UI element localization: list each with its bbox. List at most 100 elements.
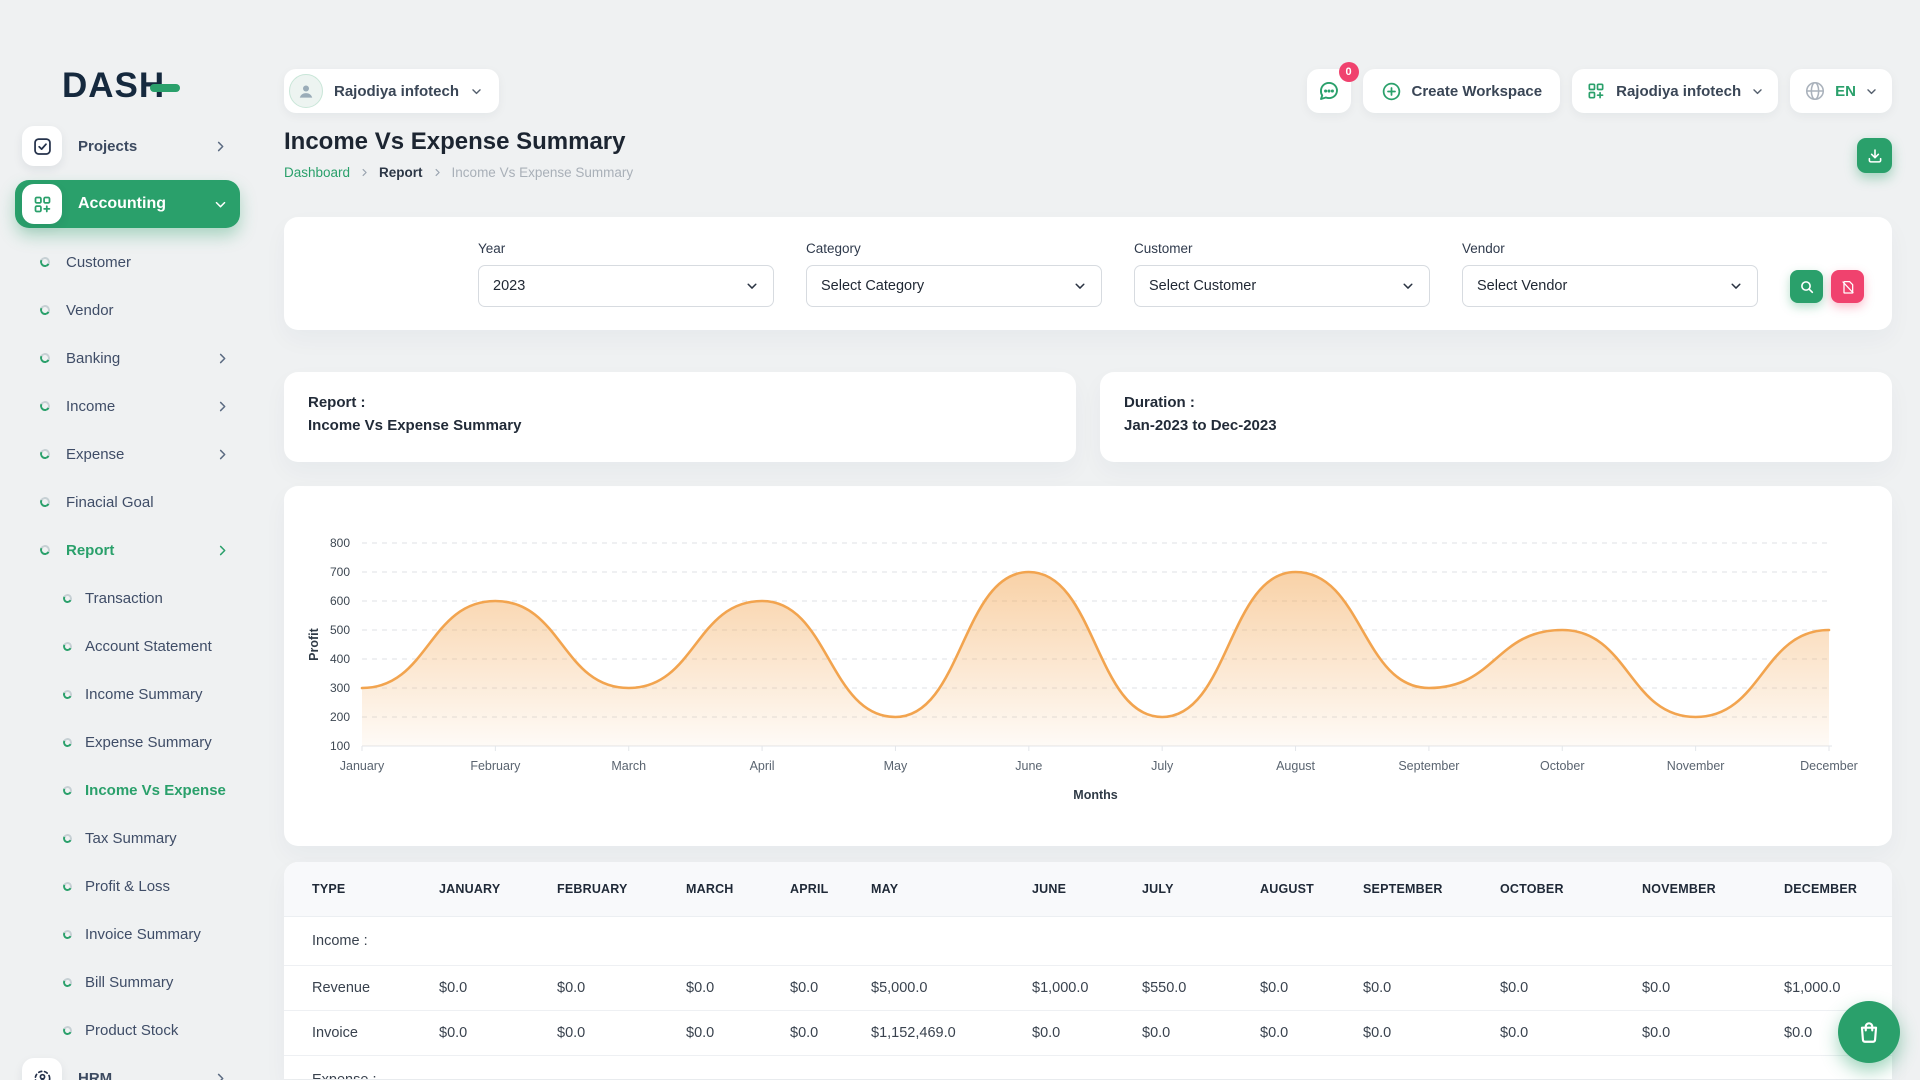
bullet-icon [62, 688, 73, 699]
svg-text:Months: Months [1073, 788, 1117, 802]
svg-text:April: April [750, 759, 775, 773]
svg-text:July: July [1151, 759, 1174, 773]
sidebar-item-label: Vendor [66, 302, 114, 319]
chevron-down-icon [470, 85, 483, 98]
column-header-may: MAY [871, 862, 1032, 917]
year-select-value: 2023 [493, 278, 525, 294]
sidebar-item-expense-summary[interactable]: Expense Summary [0, 718, 252, 766]
svg-text:January: January [340, 759, 385, 773]
reset-filter-button[interactable] [1831, 270, 1864, 303]
sidebar-item-label: Finacial Goal [66, 494, 154, 511]
year-select[interactable]: 2023 [478, 265, 774, 307]
projects-checkbox-icon [22, 126, 62, 166]
svg-text:February: February [470, 759, 521, 773]
breadcrumb-separator-icon [359, 167, 370, 178]
sidebar-item-label: Account Statement [85, 638, 212, 655]
sidebar-item-profit-loss[interactable]: Profit & Loss [0, 862, 252, 910]
language-code: EN [1835, 83, 1856, 100]
sidebar-item-vendor[interactable]: Vendor [0, 286, 252, 334]
bullet-icon [39, 352, 52, 365]
sidebar-nav: Projects Accounting Customer Vendor Bankin… [0, 122, 252, 1080]
sidebar-item-bill-summary[interactable]: Bill Summary [0, 958, 252, 1006]
svg-text:October: October [1540, 759, 1584, 773]
profit-area-chart: 100200300400500600700800JanuaryFebruaryM… [284, 486, 1892, 846]
hrm-icon [22, 1058, 62, 1080]
download-button[interactable] [1857, 138, 1892, 173]
sidebar-item-invoice-summary[interactable]: Invoice Summary [0, 910, 252, 958]
sidebar-item-expense[interactable]: Expense [0, 430, 252, 478]
category-select-value: Select Category [821, 278, 924, 294]
sidebar-item-label: Income Vs Expense [85, 782, 226, 799]
workspace-selector[interactable]: Rajodiya infotech [284, 69, 499, 113]
shopping-bag-icon [1856, 1019, 1882, 1045]
sidebar-item-label: Profit & Loss [85, 878, 170, 895]
svg-text:300: 300 [330, 681, 350, 695]
bullet-icon [62, 1024, 73, 1035]
column-header-june: JUNE [1032, 862, 1142, 917]
sidebar-item-report[interactable]: Report [0, 526, 252, 574]
category-select[interactable]: Select Category [806, 265, 1102, 307]
report-summary-card: Report : Income Vs Expense Summary [284, 372, 1076, 462]
sidebar-item-banking[interactable]: Banking [0, 334, 252, 382]
svg-text:June: June [1015, 759, 1042, 773]
duration-card-value: Jan-2023 to Dec-2023 [1124, 414, 1868, 437]
messages-button[interactable]: 0 [1307, 69, 1351, 113]
language-selector[interactable]: EN [1790, 69, 1892, 113]
column-header-january: JANUARY [439, 862, 557, 917]
duration-summary-card: Duration : Jan-2023 to Dec-2023 [1100, 372, 1892, 462]
report-card-value: Income Vs Expense Summary [308, 414, 1052, 437]
sidebar-item-income[interactable]: Income [0, 382, 252, 430]
sidebar-item-income-summary[interactable]: Income Summary [0, 670, 252, 718]
download-icon [1866, 147, 1884, 165]
svg-text:December: December [1800, 759, 1858, 773]
messages-badge: 0 [1339, 62, 1359, 82]
sidebar-item-income-vs-expense[interactable]: Income Vs Expense [0, 766, 252, 814]
sidebar-item-projects[interactable]: Projects [15, 122, 240, 170]
accounting-grid-icon [22, 184, 62, 224]
sidebar-item-finacial-goal[interactable]: Finacial Goal [0, 478, 252, 526]
breadcrumb-report[interactable]: Report [379, 165, 423, 180]
apply-filter-button[interactable] [1790, 270, 1823, 303]
svg-text:800: 800 [330, 536, 350, 550]
breadcrumb-dashboard[interactable]: Dashboard [284, 165, 350, 180]
sidebar-item-label: Transaction [85, 590, 163, 607]
reset-icon [1840, 279, 1856, 295]
bullet-icon [39, 496, 52, 509]
bullet-icon [39, 544, 52, 557]
table-group-row-income: Income : [284, 917, 1892, 966]
company-name: Rajodiya infotech [1616, 83, 1741, 100]
topbar-actions: 0 Create Workspace Rajodiya infotech EN [1307, 69, 1893, 113]
svg-text:600: 600 [330, 594, 350, 608]
create-workspace-label: Create Workspace [1412, 83, 1543, 100]
sidebar-item-transaction[interactable]: Transaction [0, 574, 252, 622]
vendor-select[interactable]: Select Vendor [1462, 265, 1758, 307]
store-fab-button[interactable] [1838, 1001, 1900, 1063]
svg-text:August: August [1276, 759, 1315, 773]
sidebar-item-hrm[interactable]: HRM [15, 1054, 240, 1080]
table-header-row: TYPEJANUARYFEBRUARYMARCHAPRILMAYJUNEJULY… [284, 862, 1892, 917]
sidebar-item-customer[interactable]: Customer [0, 238, 252, 286]
globe-icon [1804, 80, 1826, 102]
sidebar-item-label: Customer [66, 254, 131, 271]
bullet-icon [39, 448, 52, 461]
create-workspace-button[interactable]: Create Workspace [1363, 69, 1561, 113]
sidebar-item-product-stock[interactable]: Product Stock [0, 1006, 252, 1054]
sidebar-item-tax-summary[interactable]: Tax Summary [0, 814, 252, 862]
filter-year: Year 2023 [478, 241, 774, 307]
customer-select[interactable]: Select Customer [1134, 265, 1430, 307]
sidebar-item-label: Banking [66, 350, 120, 367]
sidebar: DASH Projects Accounting CustomerVendorB… [0, 0, 252, 1080]
svg-text:March: March [611, 759, 646, 773]
bullet-icon [39, 400, 52, 413]
workspace-grid-icon [1586, 81, 1606, 101]
column-header-september: SEPTEMBER [1363, 862, 1500, 917]
chevron-right-icon [213, 1071, 228, 1080]
bullet-icon [62, 640, 73, 651]
workspace-avatar [289, 74, 323, 108]
sidebar-item-accounting[interactable]: Accounting [15, 180, 240, 228]
chevron-down-icon [1751, 85, 1764, 98]
filter-bar: Year 2023 Category Select Category Custo… [284, 217, 1892, 330]
column-header-july: JULY [1142, 862, 1260, 917]
sidebar-item-account-statement[interactable]: Account Statement [0, 622, 252, 670]
company-selector[interactable]: Rajodiya infotech [1572, 69, 1778, 113]
